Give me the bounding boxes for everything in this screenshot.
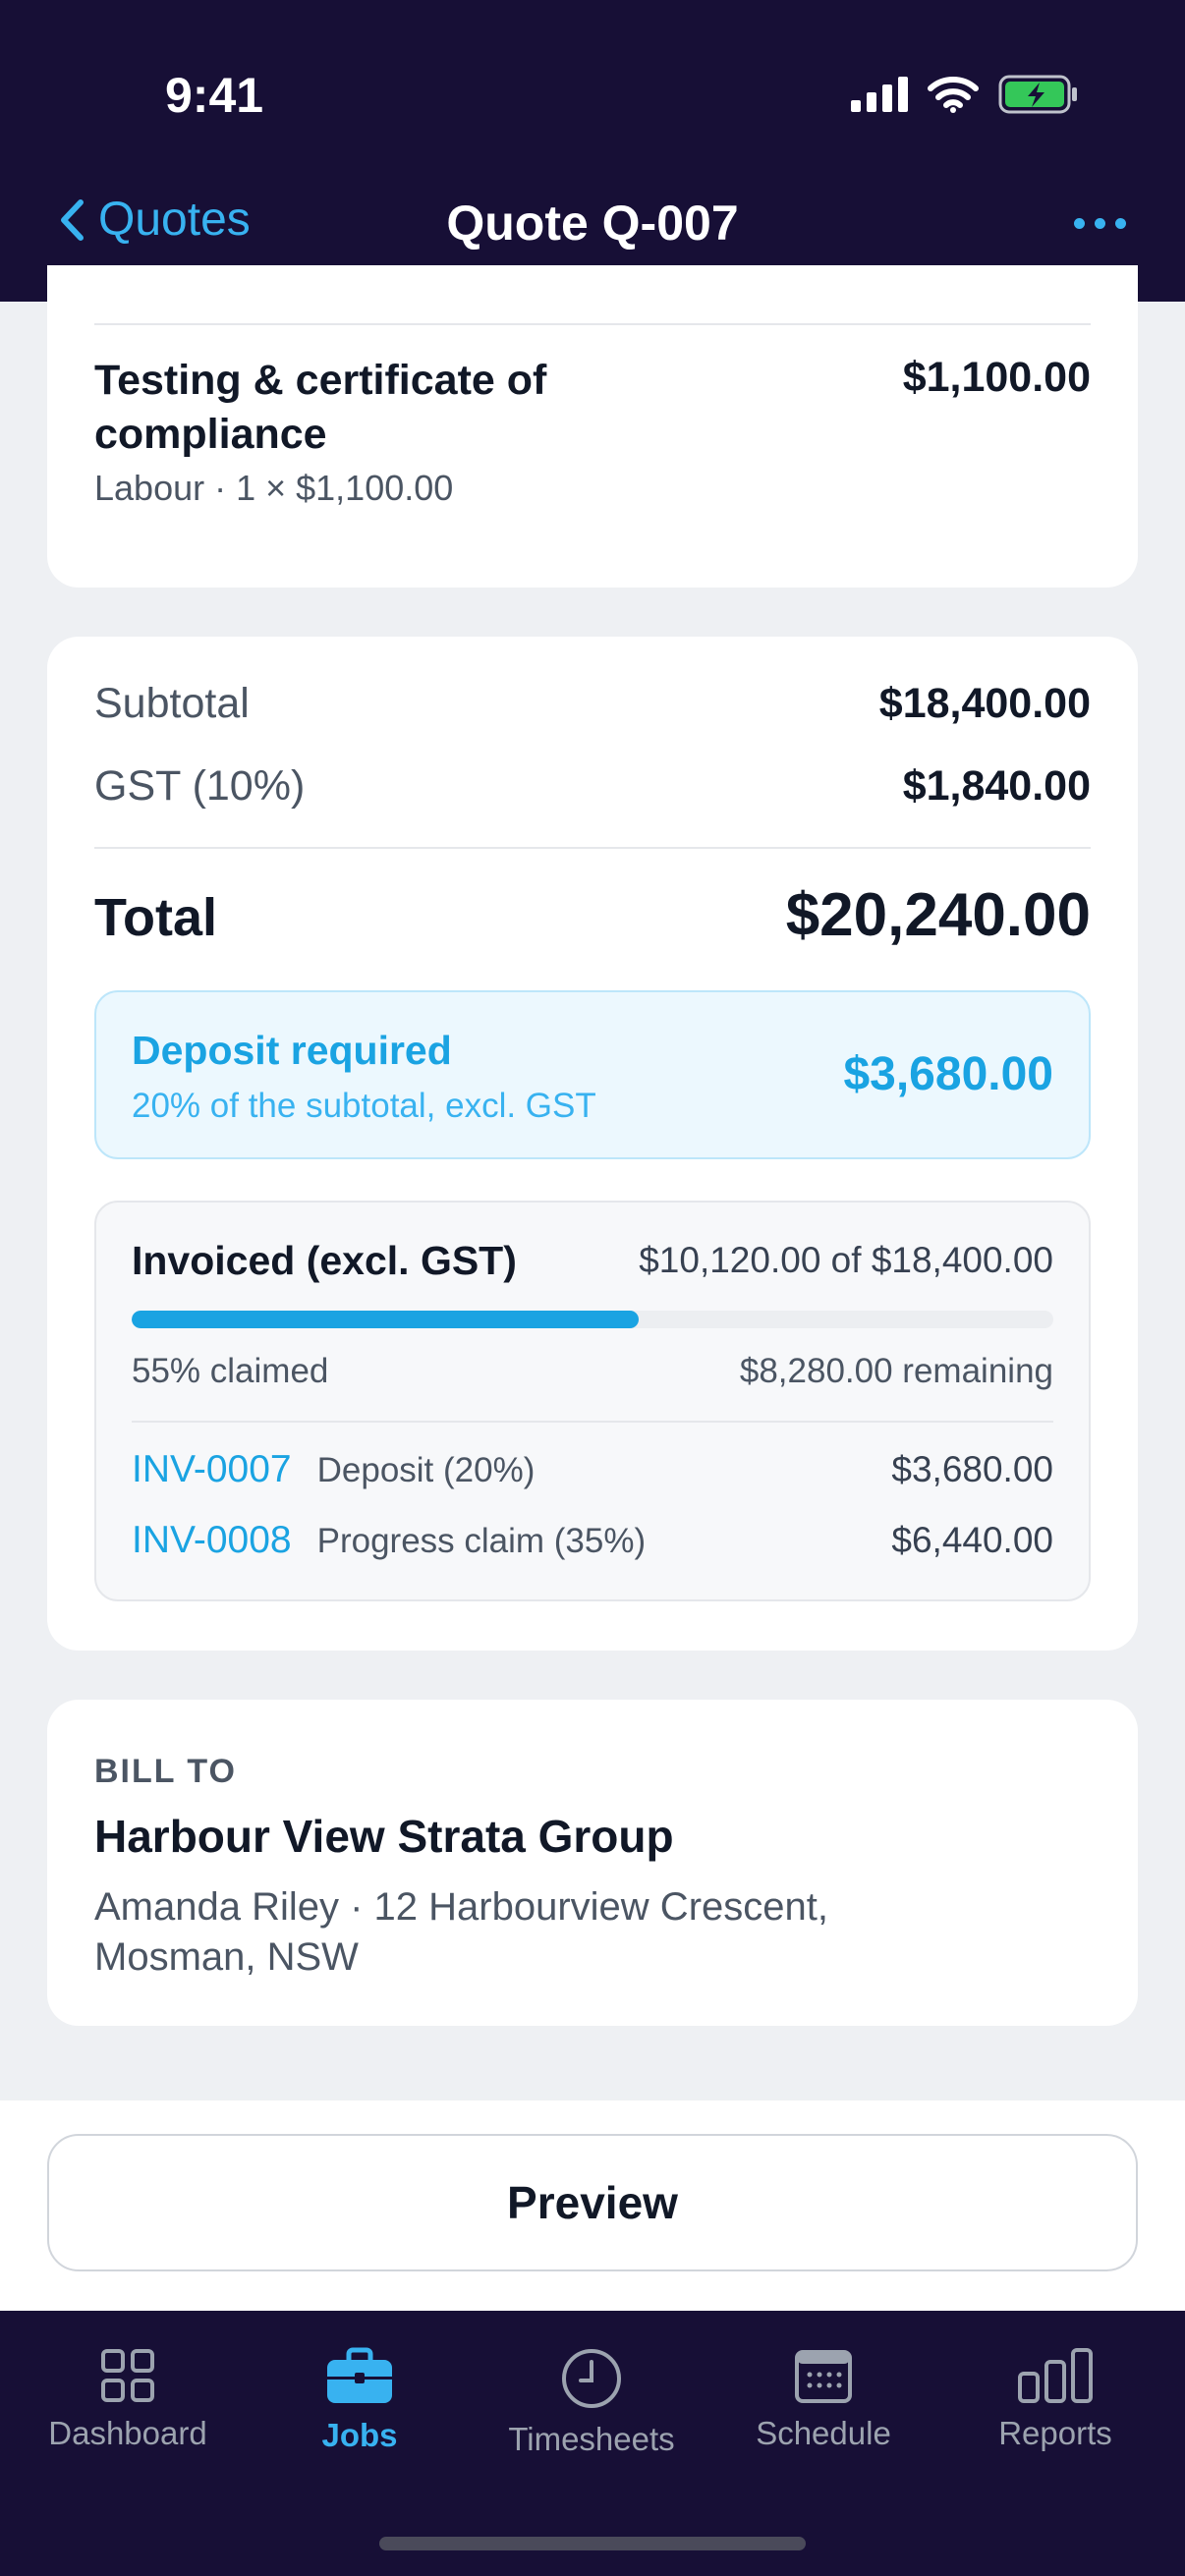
bill-to-name: Harbour View Strata Group (94, 1811, 674, 1862)
invoice-description: Progress claim (35%) (316, 1522, 647, 1560)
invoice-amount: $3,680.00 (891, 1449, 1053, 1489)
divider (132, 1421, 1053, 1423)
line-item-card: Testing & certificate of compliance Labo… (47, 265, 1138, 588)
tab-dashboard[interactable]: Dashboard (10, 2346, 246, 2452)
invoiced-panel: Invoiced (excl. GST) $10,120.00 of $18,4… (94, 1201, 1091, 1601)
subtotal-row: Subtotal $18,400.00 (94, 680, 1091, 728)
totals-card: Subtotal $18,400.00 GST (10%) $1,840.00 … (47, 637, 1138, 1651)
action-bar: Preview (0, 2100, 1185, 2311)
tab-label: Schedule (756, 2415, 891, 2451)
total-label: Total (94, 888, 217, 947)
tab-label: Dashboard (48, 2415, 207, 2451)
invoice-description: Deposit (20%) (316, 1451, 536, 1489)
home-indicator (379, 2537, 806, 2550)
deposit-banner: Deposit required 20% of the subtotal, ex… (94, 990, 1091, 1159)
gst-value: $1,840.00 (902, 762, 1091, 810)
calendar-icon (795, 2350, 852, 2403)
invoiced-claimed: 55% claimed (132, 1352, 329, 1390)
invoice-amount: $6,440.00 (891, 1520, 1053, 1560)
invoice-row[interactable]: INV-0008 Progress claim (35%) $6,440.00 (132, 1519, 1053, 1562)
invoice-number-link[interactable]: INV-0007 (132, 1448, 292, 1491)
more-dot-icon (1095, 218, 1105, 229)
invoiced-title: Invoiced (excl. GST) (132, 1238, 517, 1283)
tab-jobs[interactable]: Jobs (242, 2346, 478, 2454)
gst-row: GST (10%) $1,840.00 (94, 762, 1091, 811)
status-icons (851, 75, 1079, 114)
tab-timesheets[interactable]: Timesheets (474, 2346, 709, 2458)
page-title: Quote Q-007 (446, 196, 739, 251)
more-dot-icon (1115, 218, 1126, 229)
status-time: 9:41 (165, 68, 264, 123)
top-bar: 9:41 Quotes Quote Q-007 (0, 0, 1185, 302)
tab-bar: Dashboard Jobs Timesheets Schedule Repor… (0, 2311, 1185, 2576)
subtotal-value: $18,400.00 (878, 680, 1091, 727)
briefcase-icon (327, 2347, 392, 2403)
tab-reports[interactable]: Reports (937, 2346, 1173, 2452)
wifi-icon (928, 77, 979, 113)
grid-icon (101, 2349, 154, 2402)
invoiced-progress-bar (132, 1311, 1053, 1328)
preview-button[interactable]: Preview (47, 2134, 1138, 2271)
total-row: Total $20,240.00 (94, 880, 1091, 950)
signal-icon (851, 77, 908, 112)
deposit-subtitle: 20% of the subtotal, excl. GST (132, 1087, 596, 1125)
divider (94, 323, 1091, 325)
tab-label: Timesheets (508, 2421, 675, 2457)
bill-to-label: BILL TO (94, 1753, 237, 1790)
bar-chart-icon (1018, 2348, 1093, 2403)
bill-to-address: Amanda Riley · 12 Harbourview Crescent, … (94, 1885, 828, 1979)
tab-schedule[interactable]: Schedule (705, 2346, 941, 2452)
clock-icon (562, 2349, 621, 2408)
more-dot-icon (1074, 218, 1085, 229)
tab-label: Jobs (321, 2417, 398, 2453)
tab-label: Reports (998, 2415, 1112, 2451)
subtotal-label: Subtotal (94, 680, 250, 727)
line-item-meta: Labour · 1 × $1,100.00 (94, 468, 454, 508)
total-value: $20,240.00 (785, 881, 1091, 949)
divider (94, 847, 1091, 849)
invoiced-progress-fill (132, 1311, 639, 1328)
invoice-row[interactable]: INV-0007 Deposit (20%) $3,680.00 (132, 1448, 1053, 1491)
battery-icon (998, 75, 1077, 114)
invoiced-of-total: $10,120.00 of $18,400.00 (639, 1240, 1053, 1280)
bill-to-card: BILL TO Harbour View Strata Group Amanda… (47, 1700, 1138, 2026)
more-options-button[interactable] (1074, 218, 1126, 229)
deposit-amount: $3,680.00 (843, 1048, 1053, 1100)
invoiced-remaining: $8,280.00 remaining (739, 1352, 1053, 1390)
line-item-amount: $1,100.00 (902, 354, 1091, 401)
line-item-description: Testing & certificate of compliance (94, 357, 547, 458)
deposit-title: Deposit required (132, 1028, 452, 1073)
gst-label: GST (10%) (94, 762, 306, 810)
invoice-number-link[interactable]: INV-0008 (132, 1519, 292, 1562)
